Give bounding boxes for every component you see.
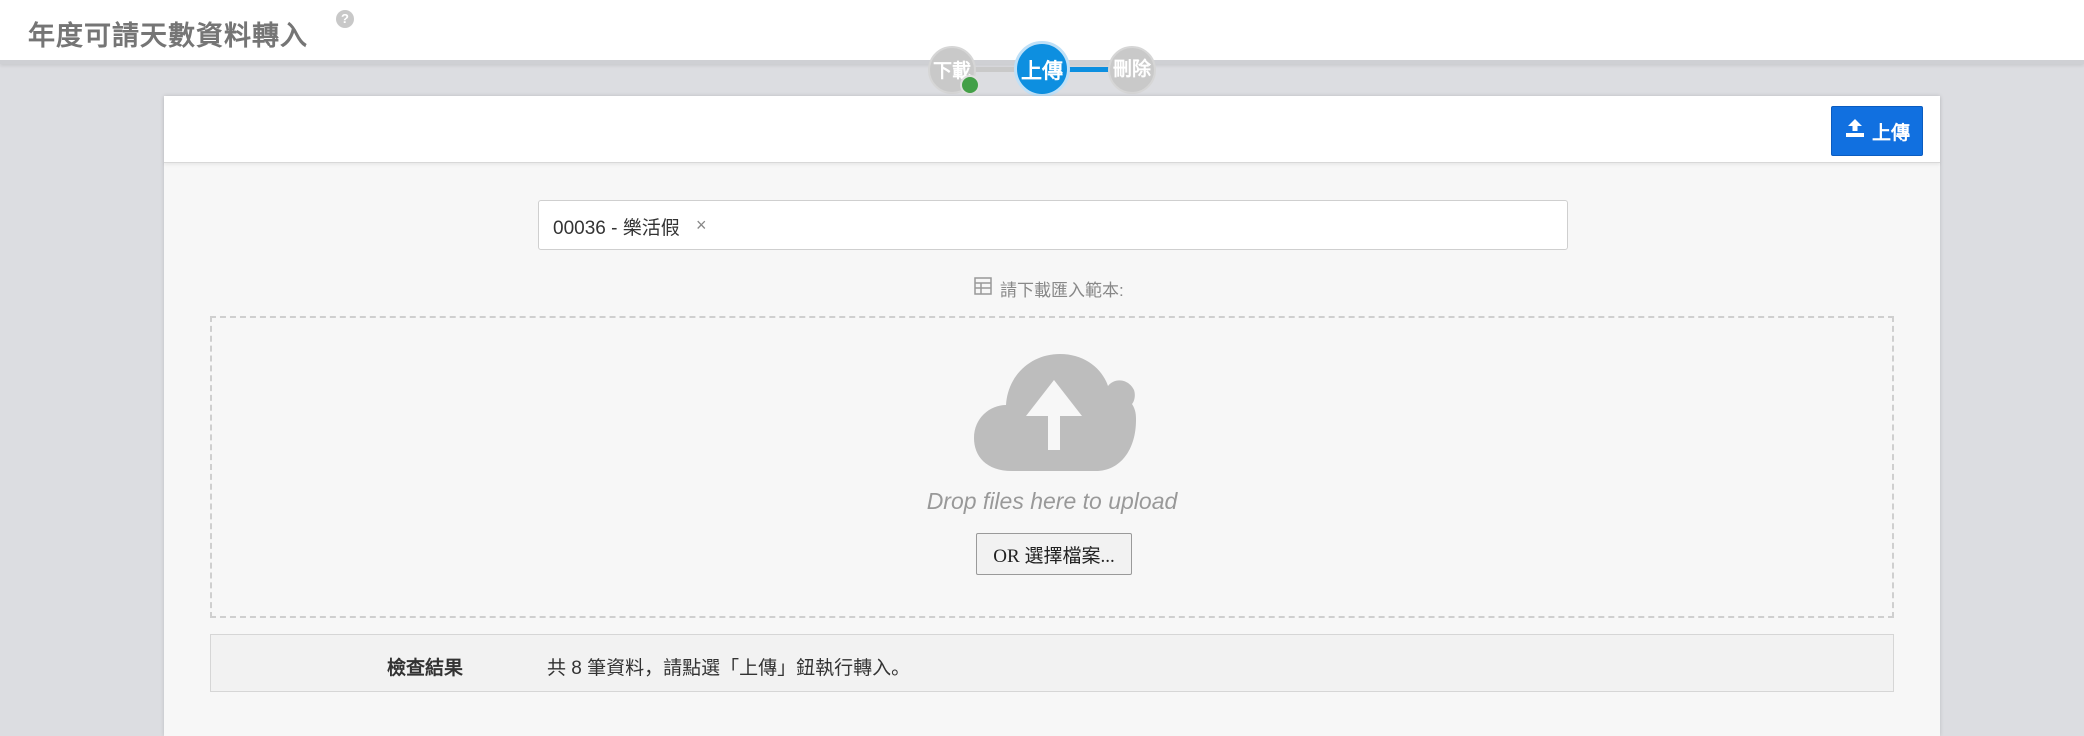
help-icon[interactable]: ? [336,10,354,28]
upload-button-label: 上傳 [1871,122,1910,144]
upload-icon [1844,118,1866,144]
leave-type-selected-value: 00036 - 樂活假 [553,218,680,239]
check-result-row: 檢查結果 共 8 筆資料，請點選「上傳」鈕執行轉入。 [210,634,1894,692]
stepper-line-left [972,67,1018,72]
choose-file-button[interactable]: OR 選擇檔案... [976,533,1132,575]
upload-panel: 上傳 假別 * 00036 - 樂活假 × 請下載匯入範本: Drop file… [164,96,1940,736]
cloud-upload-icon [972,350,1136,477]
check-result-label: 檢查結果 [387,658,464,679]
template-text: 請下載匯入範本: [1000,281,1124,300]
page-title: 年度可請天數資料轉入 [28,21,308,51]
template-download-link[interactable]: 請下載匯入範本: [974,276,1124,301]
step-upload[interactable]: 上傳 [1014,41,1070,97]
leave-type-select[interactable]: 00036 - 樂活假 × [538,200,1568,250]
stepper-line-right [1066,67,1112,72]
file-dropzone[interactable]: Drop files here to upload OR 選擇檔案... [210,316,1894,618]
step-delete[interactable]: 刪除 [1108,46,1156,94]
check-result-text: 共 8 筆資料，請點選「上傳」鈕執行轉入。 [547,658,911,679]
clear-selection-icon[interactable]: × [696,215,707,236]
panel-header: 上傳 [164,96,1940,163]
upload-button[interactable]: 上傳 [1831,106,1923,156]
step-done-badge [960,75,980,95]
spreadsheet-icon [974,277,992,300]
drop-hint-text: Drop files here to upload [926,488,1178,514]
